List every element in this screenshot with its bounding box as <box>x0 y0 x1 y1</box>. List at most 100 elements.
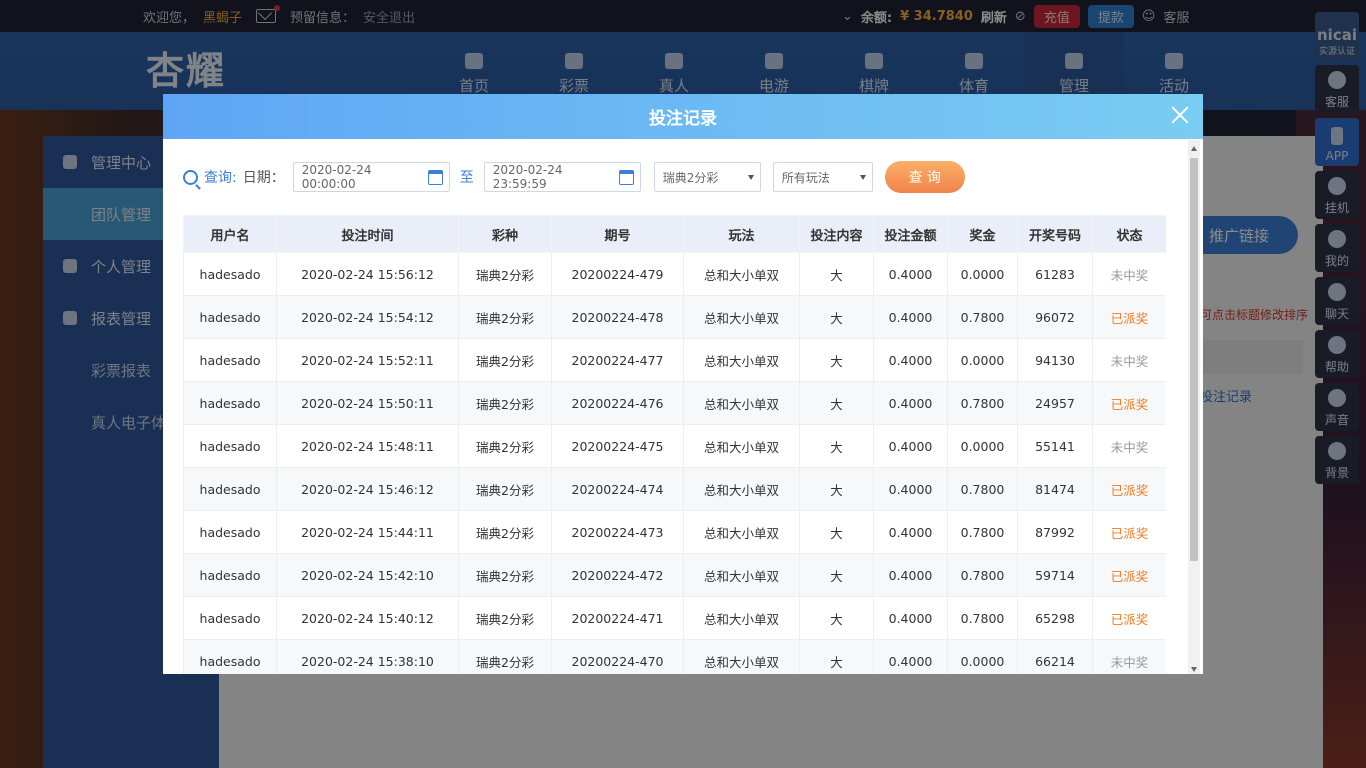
calendar-icon[interactable] <box>619 169 634 185</box>
end-date-input[interactable]: 2020-02-24 23:59:59 <box>483 162 641 192</box>
scroll-up-icon[interactable] <box>1191 146 1197 151</box>
table-cell: 已派奖 <box>1092 553 1166 597</box>
column-header[interactable]: 投注内容 <box>799 215 874 253</box>
table-cell: 59714 <box>1017 553 1093 597</box>
table-cell: 0.0000 <box>947 639 1018 674</box>
table-cell: 20200224-470 <box>551 639 684 674</box>
bet-table-head: 用户名 投注时间 彩种 期号 玩法 投注内容 投注金额 奖金 开奖号码 状态 <box>183 215 1166 253</box>
table-cell: 大 <box>799 295 874 339</box>
table-cell: 总和大小单双 <box>683 553 800 597</box>
table-cell: 0.4000 <box>873 424 948 468</box>
table-cell: 87992 <box>1017 510 1093 554</box>
table-cell: 55141 <box>1017 424 1093 468</box>
filter-bar: 查询: 日期： 2020-02-24 00:00:00 至 2020-02-24… <box>183 161 965 193</box>
scroll-down-icon[interactable] <box>1191 667 1197 672</box>
column-header[interactable]: 状态 <box>1092 215 1166 253</box>
column-header[interactable]: 开奖号码 <box>1017 215 1093 253</box>
table-cell: 瑞典2分彩 <box>458 553 552 597</box>
table-cell: 瑞典2分彩 <box>458 381 552 425</box>
table-cell: 20200224-478 <box>551 295 684 339</box>
table-row: hadesado 2020-02-24 15:48:11 瑞典2分彩 20200224… <box>183 424 1166 468</box>
table-cell: hadesado <box>183 596 277 640</box>
table-row: hadesado 2020-02-24 15:46:12 瑞典2分彩 20200224… <box>183 467 1166 511</box>
table-cell: 81474 <box>1017 467 1093 511</box>
to-label: 至 <box>459 170 474 186</box>
table-cell: 66214 <box>1017 639 1093 674</box>
close-icon[interactable] <box>1169 104 1191 126</box>
table-cell: 大 <box>799 338 874 382</box>
column-header[interactable]: 投注金额 <box>873 215 948 253</box>
table-cell: 瑞典2分彩 <box>458 295 552 339</box>
column-header[interactable]: 彩种 <box>458 215 552 253</box>
table-cell: 大 <box>799 381 874 425</box>
play-type-select[interactable]: 所有玩法 <box>772 162 873 192</box>
table-cell: 大 <box>799 553 874 597</box>
caret-down-icon <box>747 174 754 180</box>
table-cell: 0.7800 <box>947 381 1018 425</box>
table-cell: 未中奖 <box>1092 639 1166 674</box>
table-cell: 瑞典2分彩 <box>458 639 552 674</box>
table-cell: 2020-02-24 15:52:11 <box>276 338 459 382</box>
query-button[interactable]: 查 询 <box>884 161 965 193</box>
table-cell: hadesado <box>183 510 277 554</box>
scrollbar-thumb[interactable] <box>1190 158 1198 561</box>
table-cell: 0.7800 <box>947 295 1018 339</box>
bet-table-wrapper[interactable]: 用户名 投注时间 彩种 期号 玩法 投注内容 投注金额 奖金 开奖号码 状态 hadesado 20… <box>183 215 1166 674</box>
table-cell: 0.4000 <box>873 596 948 640</box>
table-cell: 24957 <box>1017 381 1093 425</box>
table-cell: 2020-02-24 15:40:12 <box>276 596 459 640</box>
table-row: hadesado 2020-02-24 15:40:12 瑞典2分彩 20200224… <box>183 596 1166 640</box>
calendar-icon[interactable] <box>428 169 443 185</box>
table-cell: 2020-02-24 15:48:11 <box>276 424 459 468</box>
table-cell: 94130 <box>1017 338 1093 382</box>
table-cell: 0.0000 <box>947 424 1018 468</box>
lottery-select-value: 瑞典2分彩 <box>662 170 719 185</box>
table-cell: 2020-02-24 15:44:11 <box>276 510 459 554</box>
lottery-select[interactable]: 瑞典2分彩 <box>653 162 761 192</box>
table-cell: 已派奖 <box>1092 467 1166 511</box>
table-row: hadesado 2020-02-24 15:52:11 瑞典2分彩 20200224… <box>183 338 1166 382</box>
column-header[interactable]: 用户名 <box>183 215 277 253</box>
column-header[interactable]: 投注时间 <box>276 215 459 253</box>
start-date-value: 2020-02-24 00:00:00 <box>301 163 372 191</box>
column-header[interactable]: 奖金 <box>947 215 1018 253</box>
table-cell: 未中奖 <box>1092 252 1166 296</box>
table-cell: hadesado <box>183 424 277 468</box>
table-cell: 2020-02-24 15:50:11 <box>276 381 459 425</box>
search-icon <box>183 169 198 185</box>
table-cell: 大 <box>799 510 874 554</box>
table-cell: 0.7800 <box>947 553 1018 597</box>
table-cell: 总和大小单双 <box>683 510 800 554</box>
table-cell: 总和大小单双 <box>683 252 800 296</box>
table-row: hadesado 2020-02-24 15:54:12 瑞典2分彩 20200224… <box>183 295 1166 339</box>
modal-scrollbar[interactable] <box>1188 140 1200 674</box>
end-date-value: 2020-02-24 23:59:59 <box>492 163 563 191</box>
table-cell: hadesado <box>183 295 277 339</box>
table-cell: 未中奖 <box>1092 338 1166 382</box>
table-cell: 瑞典2分彩 <box>458 510 552 554</box>
table-cell: 20200224-472 <box>551 553 684 597</box>
table-cell: 大 <box>799 596 874 640</box>
table-row: hadesado 2020-02-24 15:50:11 瑞典2分彩 20200224… <box>183 381 1166 425</box>
start-date-input[interactable]: 2020-02-24 00:00:00 <box>292 162 450 192</box>
table-cell: 61283 <box>1017 252 1093 296</box>
table-cell: 2020-02-24 15:46:12 <box>276 467 459 511</box>
table-cell: 总和大小单双 <box>683 338 800 382</box>
table-header-row: 用户名 投注时间 彩种 期号 玩法 投注内容 投注金额 奖金 开奖号码 状态 <box>183 215 1166 253</box>
column-header[interactable]: 玩法 <box>683 215 800 253</box>
table-cell: 0.4000 <box>873 295 948 339</box>
table-cell: 0.7800 <box>947 467 1018 511</box>
column-header[interactable]: 期号 <box>551 215 684 253</box>
table-cell: 20200224-475 <box>551 424 684 468</box>
table-cell: 20200224-474 <box>551 467 684 511</box>
table-cell: 已派奖 <box>1092 295 1166 339</box>
bet-table: 用户名 投注时间 彩种 期号 玩法 投注内容 投注金额 奖金 开奖号码 状态 hadesado 20… <box>183 215 1166 674</box>
table-cell: 0.4000 <box>873 467 948 511</box>
table-cell: 0.0000 <box>947 252 1018 296</box>
modal-title: 投注记录 <box>649 109 717 129</box>
table-cell: 大 <box>799 467 874 511</box>
table-cell: 20200224-477 <box>551 338 684 382</box>
bet-table-body: hadesado 2020-02-24 15:56:12 瑞典2分彩 20200224… <box>183 252 1166 674</box>
table-cell: 总和大小单双 <box>683 467 800 511</box>
table-cell: 0.7800 <box>947 510 1018 554</box>
